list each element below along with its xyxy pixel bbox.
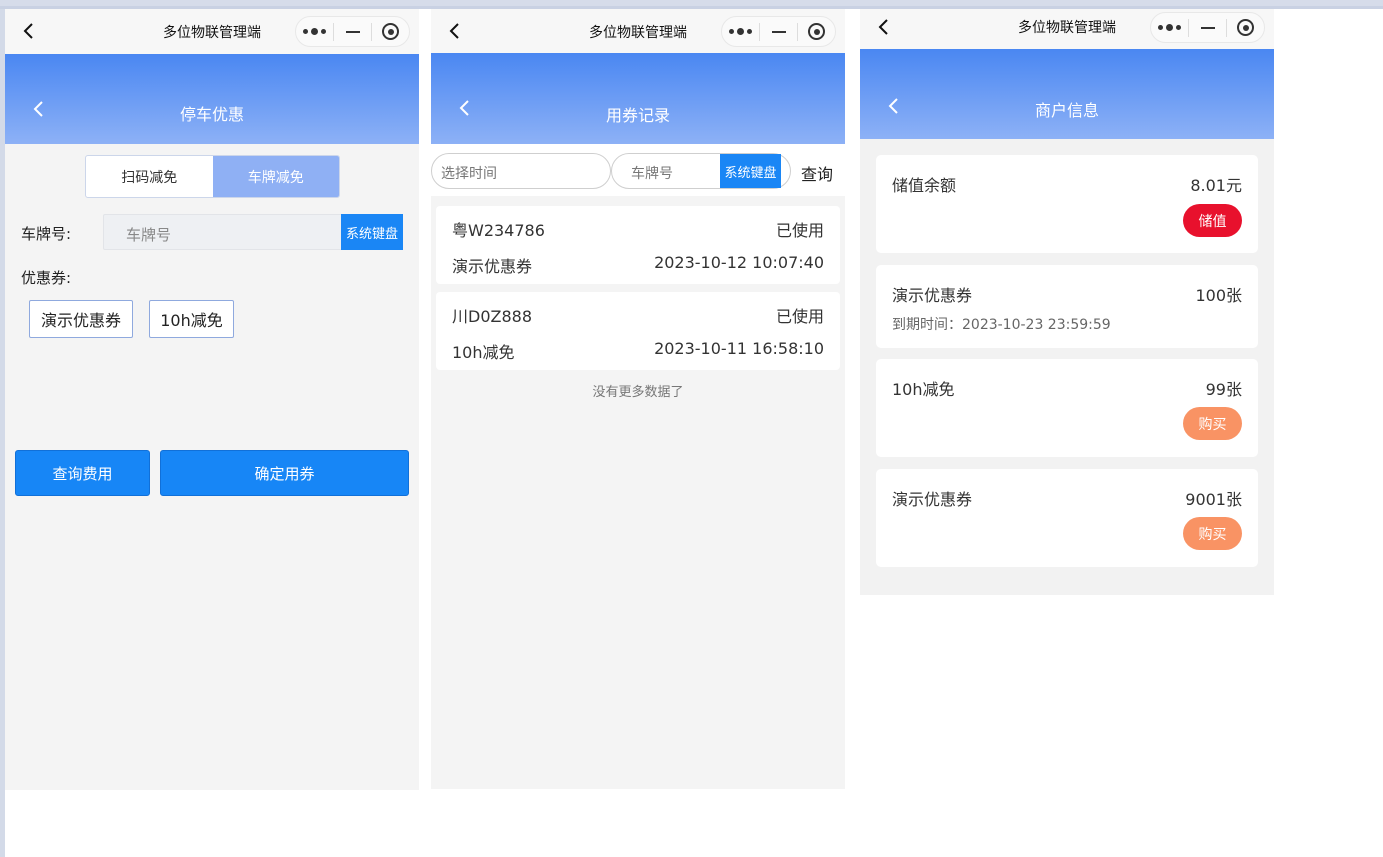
no-more-data-text: 没有更多数据了 bbox=[592, 385, 684, 400]
record-time: 2023-10-11 16:58:10 bbox=[654, 339, 824, 358]
balance-label: 储值余额 bbox=[892, 176, 957, 195]
more-icon[interactable] bbox=[1151, 13, 1188, 42]
plate-field[interactable]: 车牌号 系统键盘 bbox=[103, 214, 403, 250]
coupon-label: 优惠券: bbox=[21, 269, 72, 287]
confirm-coupon-button[interactable]: 确定用券 bbox=[160, 450, 409, 496]
coupon-expire: 到期时间：2023-10-23 23:59:59 bbox=[892, 317, 1111, 333]
time-picker[interactable]: 选择时间 bbox=[431, 153, 611, 189]
record-time: 2023-10-12 10:07:40 bbox=[654, 253, 824, 272]
record-plate: 粤W234786 bbox=[452, 221, 545, 240]
capsule-menu bbox=[721, 16, 836, 47]
plate-search-field[interactable]: 车牌号 系统键盘 bbox=[611, 153, 791, 189]
page-title: 用券记录 bbox=[605, 106, 670, 125]
topup-button[interactable]: 储值 bbox=[1183, 204, 1242, 237]
coupon-chip[interactable]: 演示优惠券 bbox=[29, 300, 133, 338]
search-bar: 选择时间 车牌号 系统键盘 查询 bbox=[431, 144, 845, 196]
close-target-icon[interactable] bbox=[372, 17, 409, 46]
coupon-name: 演示优惠券 bbox=[892, 286, 973, 305]
page-header: 停车优惠 bbox=[5, 54, 419, 144]
record-card[interactable]: 川D0Z888 已使用 10h减免 2023-10-11 16:58:10 bbox=[436, 292, 840, 370]
coupon-name: 演示优惠券 bbox=[892, 490, 973, 509]
record-card[interactable]: 粤W234786 已使用 演示优惠券 2023-10-12 10:07:40 bbox=[436, 206, 840, 284]
system-keyboard-button[interactable]: 系统键盘 bbox=[341, 214, 403, 250]
coupon-chip[interactable]: 10h减免 bbox=[149, 300, 234, 338]
time-picker-placeholder: 选择时间 bbox=[441, 166, 497, 182]
system-keyboard-button[interactable]: 系统键盘 bbox=[720, 154, 781, 188]
page-title: 商户信息 bbox=[1034, 101, 1099, 120]
tab-scan-discount[interactable]: 扫码减免 bbox=[86, 156, 213, 197]
page-header: 用券记录 bbox=[431, 53, 845, 144]
query-fee-button[interactable]: 查询费用 bbox=[15, 450, 150, 496]
balance-value: 8.01元 bbox=[1190, 176, 1242, 195]
coupon-name: 10h减免 bbox=[892, 380, 955, 399]
coupon-count: 100张 bbox=[1195, 286, 1242, 305]
record-plate: 川D0Z888 bbox=[452, 307, 533, 326]
coupon-count: 9001张 bbox=[1185, 490, 1242, 509]
capsule-menu bbox=[295, 16, 410, 47]
plate-label: 车牌号: bbox=[21, 225, 72, 243]
window-top-strip bbox=[0, 0, 1383, 9]
coupon-stock-card: 演示优惠券 100张 到期时间：2023-10-23 23:59:59 bbox=[876, 265, 1258, 348]
page-header: 商户信息 bbox=[860, 49, 1274, 139]
mini-program-titlebar: 多位物联管理端 bbox=[5, 9, 419, 54]
minimize-icon[interactable] bbox=[760, 17, 797, 46]
minimize-icon[interactable] bbox=[1189, 13, 1226, 42]
record-coupon: 演示优惠券 bbox=[452, 257, 533, 276]
buy-button[interactable]: 购买 bbox=[1183, 517, 1242, 550]
coupon-stock-card: 10h减免 99张 购买 bbox=[876, 359, 1258, 457]
more-icon[interactable] bbox=[722, 17, 759, 46]
screen-merchant-info: 多位物联管理端 商户信息 储值余额 8.01元 储值 演示优惠券 100张 到期… bbox=[860, 9, 1274, 595]
balance-card: 储值余额 8.01元 储值 bbox=[876, 155, 1258, 253]
plate-search-placeholder: 车牌号 bbox=[631, 166, 673, 182]
coupon-count: 99张 bbox=[1205, 380, 1242, 399]
page-title: 停车优惠 bbox=[179, 105, 244, 124]
record-status: 已使用 bbox=[775, 307, 824, 326]
coupon-stock-card: 演示优惠券 9001张 购买 bbox=[876, 469, 1258, 567]
capsule-menu bbox=[1150, 12, 1265, 43]
more-icon[interactable] bbox=[296, 17, 333, 46]
close-target-icon[interactable] bbox=[798, 17, 835, 46]
mini-program-titlebar: 多位物联管理端 bbox=[431, 9, 845, 53]
tab-plate-discount[interactable]: 车牌减免 bbox=[212, 156, 339, 197]
record-coupon: 10h减免 bbox=[452, 343, 515, 362]
close-target-icon[interactable] bbox=[1227, 13, 1264, 42]
minimize-icon[interactable] bbox=[334, 17, 371, 46]
screen-parking-discount: 多位物联管理端 停车优惠 扫码减免 车牌减免 车牌号: 车牌号 系统键盘 优惠券… bbox=[5, 9, 419, 790]
mode-segment: 扫码减免 车牌减免 bbox=[85, 155, 340, 198]
buy-button[interactable]: 购买 bbox=[1183, 407, 1242, 440]
plate-input[interactable]: 车牌号 bbox=[126, 224, 171, 245]
record-status: 已使用 bbox=[775, 221, 824, 240]
screen-coupon-records: 多位物联管理端 用券记录 选择时间 车牌号 系统键盘 查询 粤W234786 已… bbox=[431, 9, 845, 789]
mini-program-titlebar: 多位物联管理端 bbox=[860, 9, 1274, 49]
query-button[interactable]: 查询 bbox=[801, 161, 833, 185]
